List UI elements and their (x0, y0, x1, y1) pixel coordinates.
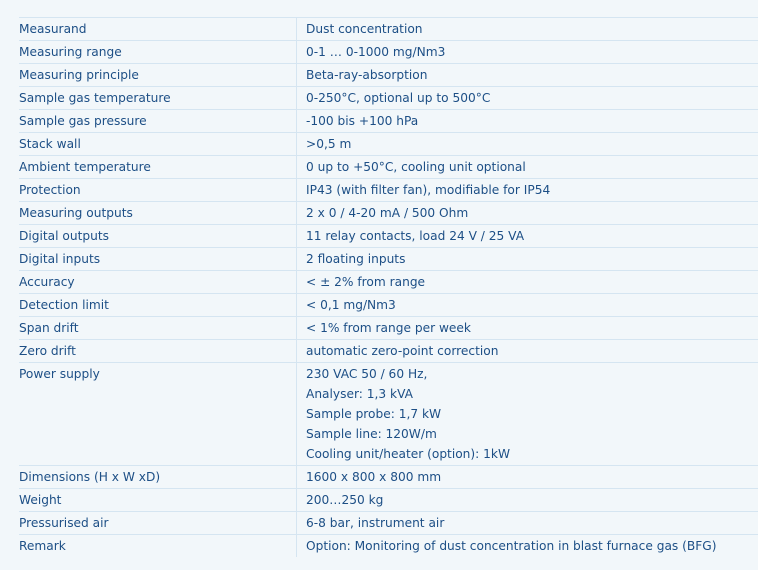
spec-value: IP43 (with filter fan), modifiable for I… (296, 178, 758, 202)
spec-label: Span drift (19, 321, 79, 335)
spec-value-line: 1600 x 800 x 800 mm (306, 470, 442, 484)
spec-value-line: IP43 (with filter fan), modifiable for I… (306, 183, 551, 197)
spec-value: 1600 x 800 x 800 mm (296, 465, 758, 489)
spec-value-line: 0-250°C, optional up to 500°C (306, 91, 491, 105)
spec-value-line: < 1% from range per week (306, 321, 471, 335)
spec-row: Protection IP43 (with filter fan), modifi… (19, 178, 758, 202)
spec-row: Remark Option: Monitoring of dust concent… (19, 534, 758, 557)
spec-row: Dimensions (H x W xD) 1600 x 800 x 800 mm (19, 465, 758, 489)
spec-value: 2 x 0 / 4-20 mA / 500 Ohm (296, 201, 758, 225)
spec-value: Option: Monitoring of dust concentration… (296, 534, 758, 557)
spec-label: Weight (19, 493, 62, 507)
spec-value: < ± 2% from range (296, 270, 758, 294)
spec-row: Measurand Dust concentration (19, 17, 758, 41)
spec-label: Digital inputs (19, 252, 101, 266)
spec-value-line: 2 x 0 / 4-20 mA / 500 Ohm (306, 206, 469, 220)
spec-value: 0-250°C, optional up to 500°C (296, 86, 758, 110)
spec-value-line: Dust concentration (306, 22, 423, 36)
spec-row: Power supply 230 VAC 50 / 60 Hz, Analyser:… (19, 362, 758, 466)
spec-value-line: 0-1 … 0-1000 mg/Nm3 (306, 45, 446, 59)
spec-row: Digital outputs 11 relay contacts, load 2… (19, 224, 758, 248)
spec-label: Detection limit (19, 298, 109, 312)
spec-value-line: Option: Monitoring of dust concentration… (306, 539, 717, 553)
spec-value: Beta-ray-absorption (296, 63, 758, 87)
spec-label: Measuring range (19, 45, 122, 59)
spec-row: Detection limit < 0,1 mg/Nm3 (19, 293, 758, 317)
spec-row: Weight 200…250 kg (19, 488, 758, 512)
spec-row: Sample gas temperature 0-250°C, optional … (19, 86, 758, 110)
spec-value-line: 0 up to +50°C, cooling unit optional (306, 160, 526, 174)
spec-value-line: 6-8 bar, instrument air (306, 516, 445, 530)
spec-label: Accuracy (19, 275, 75, 289)
spec-value: < 1% from range per week (296, 316, 758, 340)
spec-row: Accuracy < ± 2% from range (19, 270, 758, 294)
spec-value: 2 floating inputs (296, 247, 758, 271)
spec-value: automatic zero-point correction (296, 339, 758, 363)
spec-row: Measuring outputs 2 x 0 / 4-20 mA / 500 O… (19, 201, 758, 225)
spec-value: 11 relay contacts, load 24 V / 25 VA (296, 224, 758, 248)
spec-value-line: 230 VAC 50 / 60 Hz, (306, 367, 428, 381)
spec-value-line: -100 bis +100 hPa (306, 114, 419, 128)
spec-value-line: Sample line: 120W/m (306, 427, 437, 441)
spec-value: -100 bis +100 hPa (296, 109, 758, 133)
spec-value: 6-8 bar, instrument air (296, 511, 758, 535)
spec-label: Dimensions (H x W xD) (19, 470, 161, 484)
spec-label: Measuring principle (19, 68, 139, 82)
spec-value-line: 11 relay contacts, load 24 V / 25 VA (306, 229, 525, 243)
spec-label: Measurand (19, 22, 87, 36)
spec-value-line: < 0,1 mg/Nm3 (306, 298, 396, 312)
spec-value: 0-1 … 0-1000 mg/Nm3 (296, 40, 758, 64)
spec-value: 200…250 kg (296, 488, 758, 512)
spec-label: Digital outputs (19, 229, 109, 243)
spec-value-line: automatic zero-point correction (306, 344, 499, 358)
spec-label: Ambient temperature (19, 160, 151, 174)
spec-row: Digital inputs 2 floating inputs (19, 247, 758, 271)
spec-row: Ambient temperature 0 up to +50°C, coolin… (19, 155, 758, 179)
spec-label: Protection (19, 183, 81, 197)
spec-label: Measuring outputs (19, 206, 133, 220)
spec-label: Stack wall (19, 137, 81, 151)
spec-row: Sample gas pressure -100 bis +100 hPa (19, 109, 758, 133)
spec-value-line: >0,5 m (306, 137, 352, 151)
spec-row: Span drift < 1% from range per week (19, 316, 758, 340)
spec-row: Stack wall >0,5 m (19, 132, 758, 156)
spec-value-line: < ± 2% from range (306, 275, 426, 289)
spec-row: Zero drift automatic zero-point correctio… (19, 339, 758, 363)
spec-label: Power supply (19, 367, 100, 381)
spec-row: Measuring range 0-1 … 0-1000 mg/Nm3 (19, 40, 758, 64)
spec-label: Sample gas temperature (19, 91, 171, 105)
spec-label: Pressurised air (19, 516, 109, 530)
spec-label: Zero drift (19, 344, 76, 358)
spec-value: >0,5 m (296, 132, 758, 156)
specifications-table: Measurand Dust concentration Measuring ran… (19, 17, 758, 557)
spec-value: Dust concentration (296, 17, 758, 41)
spec-value-line: 200…250 kg (306, 493, 384, 507)
spec-value: 0 up to +50°C, cooling unit optional (296, 155, 758, 179)
spec-row: Pressurised air 6-8 bar, instrument air (19, 511, 758, 535)
spec-value: 230 VAC 50 / 60 Hz, Analyser: 1,3 kVA Samp… (296, 362, 758, 466)
spec-row: Measuring principle Beta-ray-absorption (19, 63, 758, 87)
spec-value-line: Beta-ray-absorption (306, 68, 428, 82)
spec-label: Remark (19, 539, 66, 553)
spec-value: < 0,1 mg/Nm3 (296, 293, 758, 317)
spec-value-line: 2 floating inputs (306, 252, 406, 266)
spec-value-line: Sample probe: 1,7 kW (306, 407, 442, 421)
spec-label: Sample gas pressure (19, 114, 147, 128)
spec-value-line: Analyser: 1,3 kVA (306, 387, 413, 401)
spec-value-line: Cooling unit/heater (option): 1kW (306, 447, 510, 461)
